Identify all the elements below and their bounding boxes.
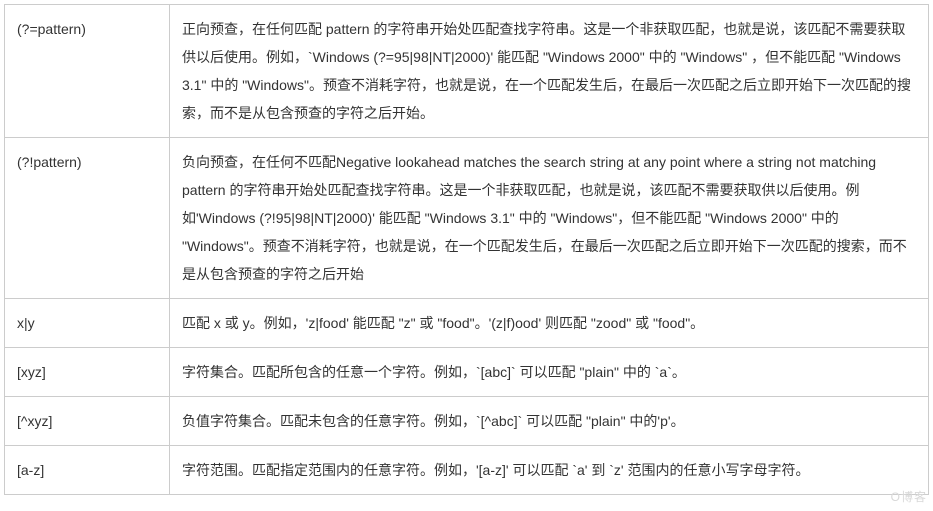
pattern-cell: [a-z] xyxy=(5,446,170,495)
description-cell: 匹配 x 或 y。例如，'z|food' 能匹配 "z" 或 "food"。'(… xyxy=(170,299,929,348)
table-row: (?!pattern) 负向预查，在任何不匹配Negative lookahea… xyxy=(5,138,929,299)
description-cell: 字符集合。匹配所包含的任意一个字符。例如，`[abc]` 可以匹配 "plain… xyxy=(170,348,929,397)
pattern-cell: [^xyz] xyxy=(5,397,170,446)
regex-reference-table: (?=pattern) 正向预查，在任何匹配 pattern 的字符串开始处匹配… xyxy=(4,4,929,495)
table-row: [xyz] 字符集合。匹配所包含的任意一个字符。例如，`[abc]` 可以匹配 … xyxy=(5,348,929,397)
pattern-cell: x|y xyxy=(5,299,170,348)
description-cell: 字符范围。匹配指定范围内的任意字符。例如，'[a-z]' 可以匹配 `a' 到 … xyxy=(170,446,929,495)
pattern-cell: [xyz] xyxy=(5,348,170,397)
table-row: x|y 匹配 x 或 y。例如，'z|food' 能匹配 "z" 或 "food… xyxy=(5,299,929,348)
table-row: (?=pattern) 正向预查，在任何匹配 pattern 的字符串开始处匹配… xyxy=(5,5,929,138)
pattern-cell: (?=pattern) xyxy=(5,5,170,138)
table-row: [a-z] 字符范围。匹配指定范围内的任意字符。例如，'[a-z]' 可以匹配 … xyxy=(5,446,929,495)
table-row: [^xyz] 负值字符集合。匹配未包含的任意字符。例如，`[^abc]` 可以匹… xyxy=(5,397,929,446)
description-cell: 负值字符集合。匹配未包含的任意字符。例如，`[^abc]` 可以匹配 "plai… xyxy=(170,397,929,446)
pattern-cell: (?!pattern) xyxy=(5,138,170,299)
description-cell: 负向预查，在任何不匹配Negative lookahead matches th… xyxy=(170,138,929,299)
description-cell: 正向预查，在任何匹配 pattern 的字符串开始处匹配查找字符串。这是一个非获… xyxy=(170,5,929,138)
